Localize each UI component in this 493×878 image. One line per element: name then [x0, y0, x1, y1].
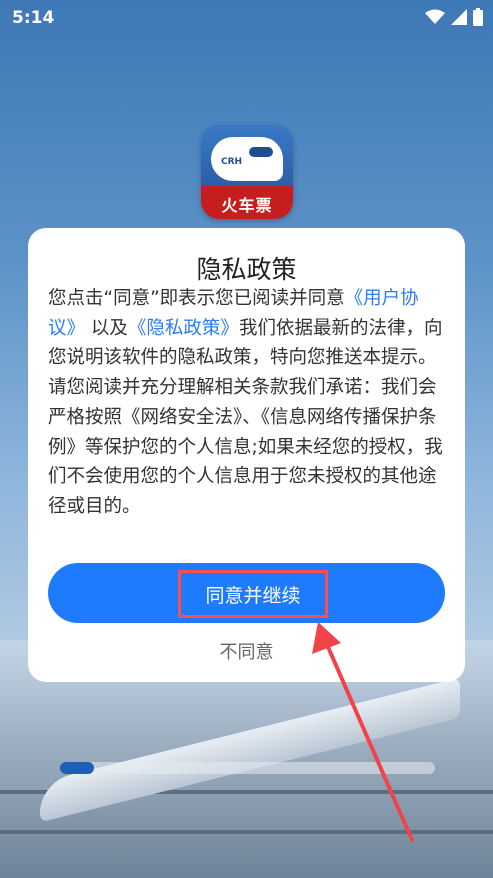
- train-illustration: [40, 677, 460, 823]
- body-text-3: 我们依据最新的法律，向您说明该软件的隐私政策，特向您推送本提示。请您阅读并充分理…: [48, 317, 443, 517]
- privacy-dialog: 隐私政策 您点击“同意”即表示您已阅读并同意《用户协议》 以及《隐私政策》我们依…: [28, 228, 465, 682]
- wifi-icon: [425, 9, 445, 24]
- status-icons: [425, 8, 483, 26]
- app-label: 火车票: [221, 196, 273, 215]
- loading-progress-fill: [60, 762, 94, 774]
- loading-progress-bar: [60, 762, 435, 774]
- train-icon: CRH: [211, 137, 283, 181]
- privacy-policy-link[interactable]: 《隐私政策》: [128, 318, 239, 339]
- body-text-2: 以及: [90, 317, 128, 339]
- signal-icon: [451, 9, 467, 25]
- battery-icon: [473, 8, 483, 26]
- app-logo: CRH 火车票: [201, 125, 293, 219]
- agree-continue-button[interactable]: 同意并继续: [48, 563, 445, 623]
- status-time: 5:14: [12, 8, 55, 28]
- agree-button-label: 同意并继续: [178, 570, 328, 618]
- status-bar: 5:14: [0, 0, 493, 36]
- disagree-button[interactable]: 不同意: [28, 638, 465, 664]
- dialog-title: 隐私政策: [196, 255, 297, 284]
- train-crh-text: CRH: [221, 157, 243, 167]
- dialog-body: 您点击“同意”即表示您已阅读并同意《用户协议》 以及《隐私政策》我们依据最新的法…: [48, 284, 448, 522]
- body-text-1: 您点击“同意”即表示您已阅读并同意: [48, 288, 345, 309]
